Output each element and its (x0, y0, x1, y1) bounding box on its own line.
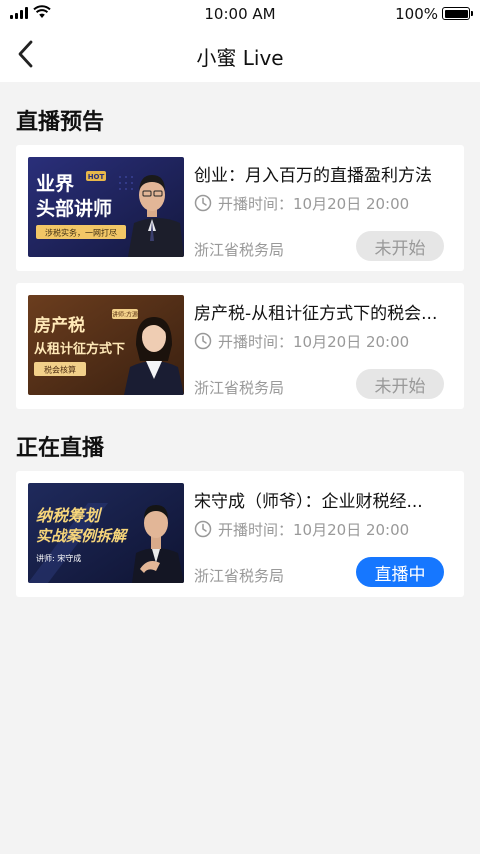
page-title: 小蜜 Live (196, 46, 284, 70)
poster-tag: 涉税实务，一网打尽 (45, 228, 117, 238)
poster-badge: 讲师:方源 (112, 311, 138, 319)
card-org: 浙江省税务局 (194, 241, 285, 259)
nav-bar: 小蜜 Live (0, 28, 480, 82)
card-title: 创业：月入百万的直播盈利方法 (194, 166, 432, 186)
status-button-live[interactable]: 直播中 (356, 557, 444, 587)
poster-line2: 实战案例拆解 (36, 527, 129, 545)
card-time: 开播时间： 10月20日 20:00 (194, 519, 409, 539)
poster-image: 纳税筹划 实战案例拆解 讲师: 宋守成 (28, 483, 184, 583)
card-time: 开播时间： 10月20日 20:00 (194, 193, 409, 213)
poster-badge: HOT (88, 173, 105, 181)
status-button-not-started[interactable]: 未开始 (356, 231, 444, 261)
card-title: 房产税-从租计征方式下的税会... (194, 304, 438, 324)
card-org: 浙江省税务局 (194, 567, 285, 585)
status-button-not-started[interactable]: 未开始 (356, 369, 444, 399)
clock-icon (194, 194, 212, 212)
time-value: 10月20日 20:00 (293, 332, 410, 351)
time-label: 开播时间： (218, 194, 294, 213)
time-label: 开播时间： (218, 332, 294, 351)
poster-image: HOT 业界 头部讲师 涉税实务，一网打尽 (28, 157, 184, 257)
section-title-upcoming: 直播预告 (16, 110, 105, 135)
clock-icon (194, 332, 212, 350)
time-label: 开播时间： (218, 520, 294, 539)
clock-icon (194, 520, 212, 538)
live-card[interactable]: 讲师:方源 房产税 从租计征方式下 税会核算 房产税-从租计征方式下的税会...… (16, 283, 464, 409)
poster-tag: 税会核算 (44, 365, 76, 375)
poster-line2: 从租计征方式下 (34, 341, 125, 357)
time-value: 10月20日 20:00 (293, 194, 410, 213)
live-card[interactable]: HOT 业界 头部讲师 涉税实务，一网打尽 创业：月入百万的直播盈利方法 开播时… (16, 145, 464, 271)
poster-line2: 头部讲师 (36, 197, 112, 220)
poster-line1: 业界 (36, 173, 74, 195)
card-org: 浙江省税务局 (194, 379, 285, 397)
card-time: 开播时间： 10月20日 20:00 (194, 331, 409, 351)
live-card[interactable]: 纳税筹划 实战案例拆解 讲师: 宋守成 宋守成（师爷）：企业财税经... 开播时… (16, 471, 464, 597)
card-title: 宋守成（师爷）：企业财税经... (194, 492, 423, 512)
poster-line1: 纳税筹划 (36, 506, 103, 525)
status-bar: 10:00 AM 100% (0, 0, 480, 28)
battery-percent: 100% (395, 5, 438, 23)
battery-icon (442, 7, 473, 20)
poster-tag: 讲师: 宋守成 (36, 553, 81, 563)
section-title-live: 正在直播 (16, 436, 105, 461)
poster-line1: 房产税 (34, 315, 85, 336)
time-value: 10月20日 20:00 (293, 520, 410, 539)
poster-image: 讲师:方源 房产税 从租计征方式下 税会核算 (28, 295, 184, 395)
